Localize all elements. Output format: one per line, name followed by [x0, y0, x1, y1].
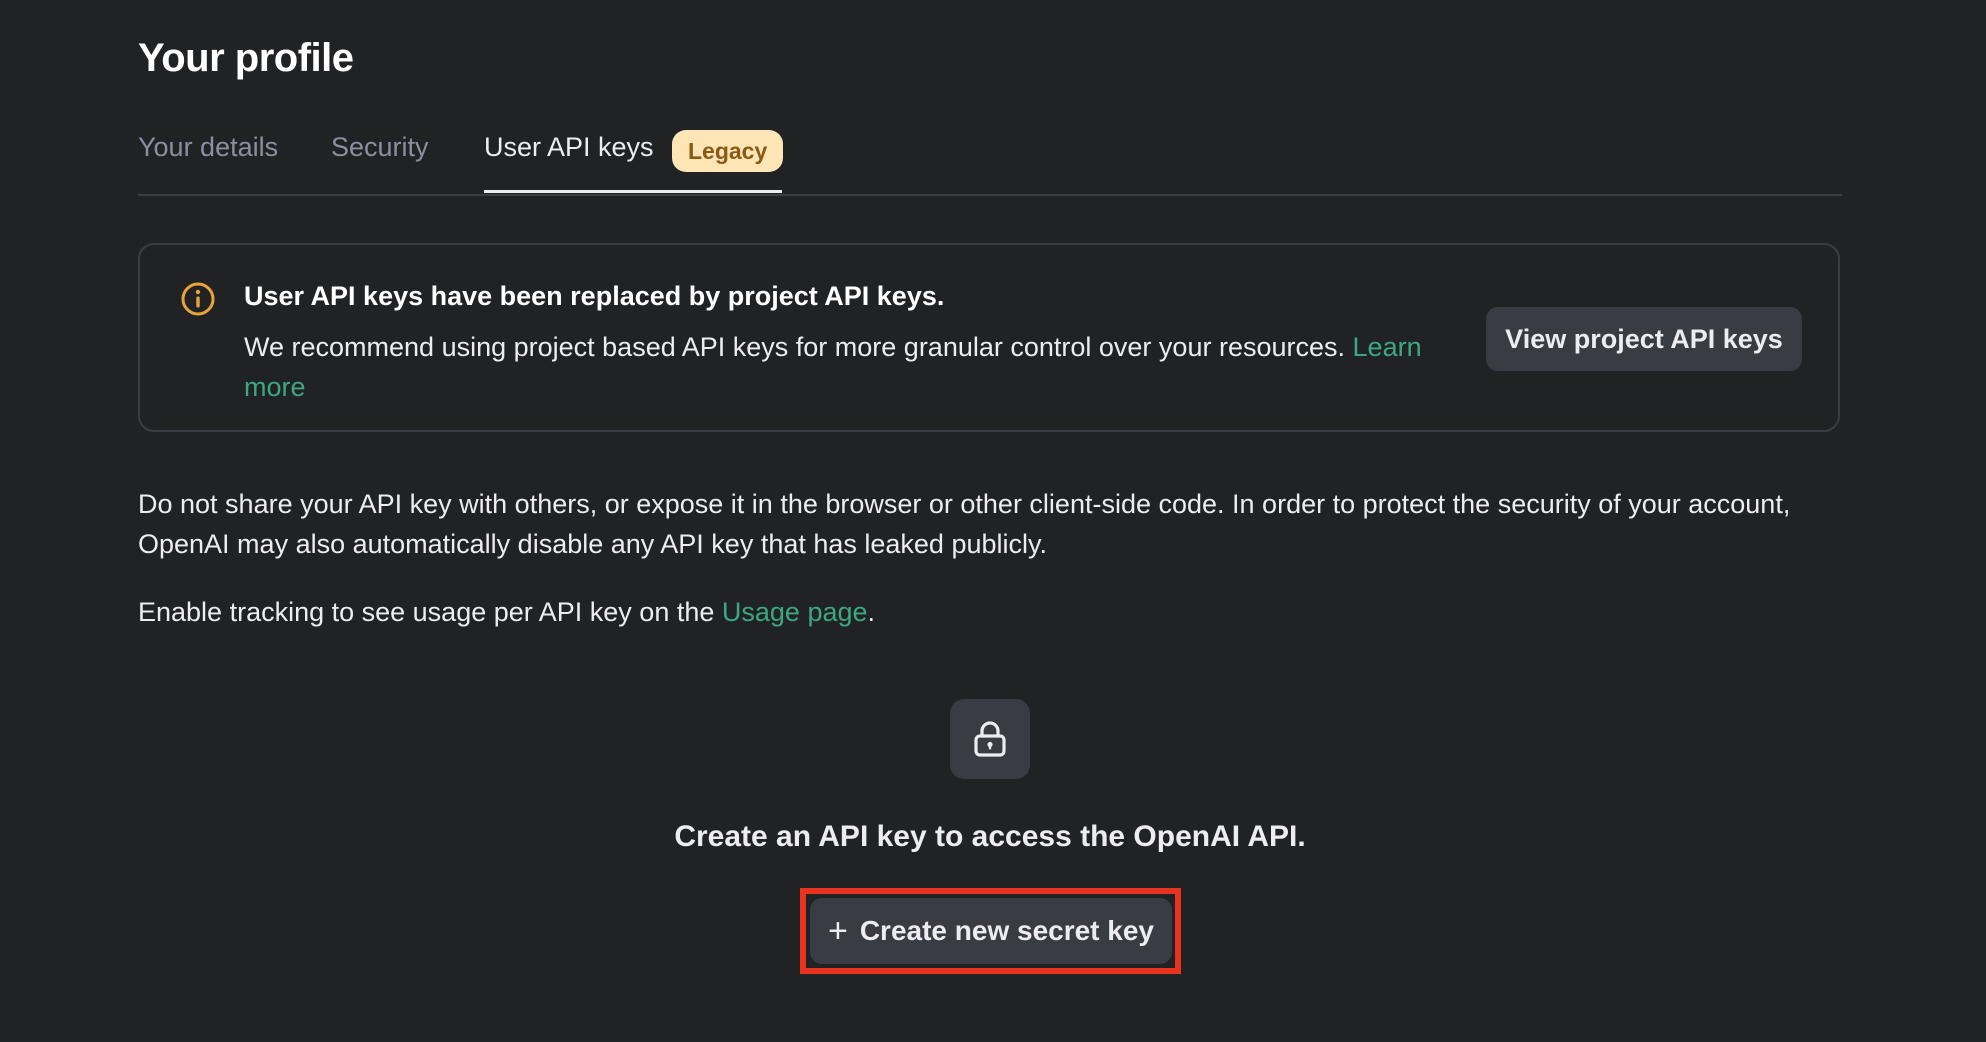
usage-page-link[interactable]: Usage page [722, 597, 868, 627]
plus-icon: + [827, 912, 848, 950]
tab-your-details[interactable]: Your details [138, 132, 278, 163]
page-title: Your profile [138, 36, 354, 80]
legacy-badge: Legacy [672, 130, 784, 172]
view-project-api-keys-button[interactable]: View project API keys [1486, 307, 1802, 371]
profile-tabs: Your details Security User API keys Lega… [138, 122, 1842, 196]
notice-title: User API keys have been replaced by proj… [244, 281, 945, 311]
api-key-warning: Do not share your API key with others, o… [138, 489, 1791, 559]
profile-page: Your profile Your details Security User … [0, 0, 1986, 1042]
notice-body-text: We recommend using project based API key… [244, 332, 1346, 362]
deprecation-notice: User API keys have been replaced by proj… [138, 243, 1840, 432]
info-circle-icon [180, 281, 216, 317]
lock-icon [974, 721, 1006, 757]
tracking-info: Enable tracking to see usage per API key… [138, 592, 875, 632]
tab-user-api-keys[interactable]: User API keys [484, 132, 654, 163]
active-tab-indicator [484, 190, 782, 193]
create-button-label: Create new secret key [859, 915, 1155, 946]
notice-body: We recommend using project based API key… [244, 327, 1444, 407]
empty-state-title: Create an API key to access the OpenAI A… [674, 820, 1306, 853]
create-new-secret-key-button[interactable]: + Create new secret key [810, 898, 1172, 964]
tracking-period: . [867, 597, 876, 627]
tab-security[interactable]: Security [331, 132, 429, 163]
lock-icon-box [950, 699, 1030, 779]
tracking-text: Enable tracking to see usage per API key… [138, 597, 715, 627]
